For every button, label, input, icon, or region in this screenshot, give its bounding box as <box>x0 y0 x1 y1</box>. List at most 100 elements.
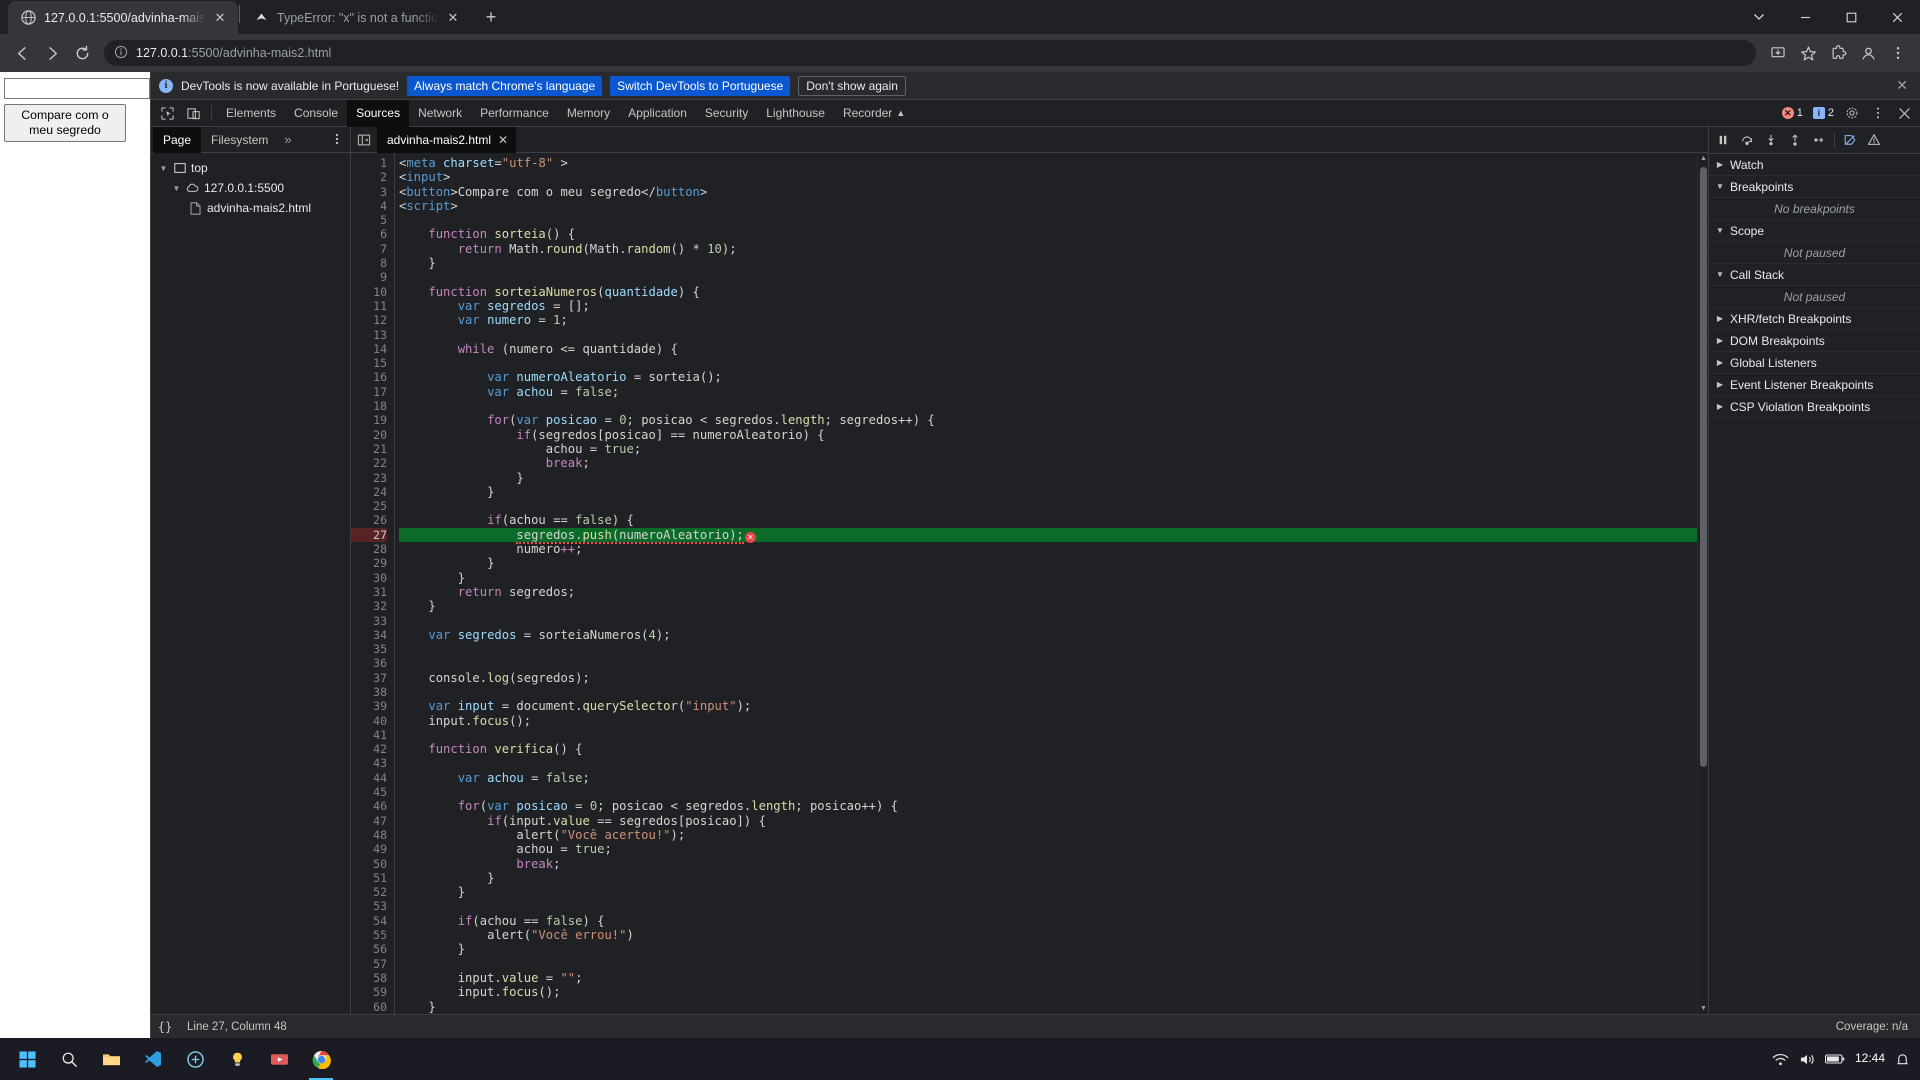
navigator-tab-filesystem[interactable]: Filesystem <box>201 127 278 153</box>
debugger-section-global-listeners[interactable]: ▶ Global Listeners <box>1709 352 1920 374</box>
pretty-print-icon[interactable]: {} <box>151 1020 179 1034</box>
line-number[interactable]: 10 <box>351 285 387 299</box>
line-number[interactable]: 12 <box>351 313 387 327</box>
code-scroll-region[interactable]: 1 2 3 4 5 6 7 8 9 10 11 12 13 14 15 16 17 18 19 20 21 22 23 24 2… <box>351 153 1697 1014</box>
deactivate-breakpoints-icon[interactable] <box>1838 128 1862 152</box>
line-number[interactable]: 13 <box>351 328 387 342</box>
code-line[interactable] <box>399 728 1697 742</box>
guess-input[interactable] <box>4 78 150 99</box>
debugger-section-watch[interactable]: ▶ Watch <box>1709 154 1920 176</box>
reload-icon[interactable] <box>68 39 96 67</box>
line-number[interactable]: 17 <box>351 385 387 399</box>
start-icon[interactable] <box>6 1038 48 1080</box>
line-number[interactable]: 16 <box>351 370 387 384</box>
device-toolbar-icon[interactable] <box>180 101 206 125</box>
search-icon[interactable] <box>48 1038 90 1080</box>
line-number[interactable]: 5 <box>351 213 387 227</box>
line-number[interactable]: 19 <box>351 413 387 427</box>
editor-tab-close-icon[interactable]: ✕ <box>498 133 508 147</box>
line-number[interactable]: 4 <box>351 199 387 213</box>
tree-node-top[interactable]: ▼ top <box>151 158 350 178</box>
code-line[interactable] <box>399 656 1697 670</box>
debugger-section-dom-breakpoints[interactable]: ▶ DOM Breakpoints <box>1709 330 1920 352</box>
code-line[interactable]: var achou = false; <box>399 771 1697 785</box>
code-line[interactable] <box>399 499 1697 513</box>
step-into-icon[interactable] <box>1759 128 1783 152</box>
code-line[interactable]: alert("Você errou!") <box>399 928 1697 942</box>
line-number[interactable]: 39 <box>351 699 387 713</box>
code-line[interactable]: console.log(segredos); <box>399 671 1697 685</box>
tab-close-icon[interactable]: ✕ <box>212 10 228 26</box>
install-app-icon[interactable] <box>1764 39 1792 67</box>
line-number[interactable]: 54 <box>351 914 387 928</box>
line-number[interactable]: 45 <box>351 785 387 799</box>
tab-sources[interactable]: Sources <box>347 99 410 127</box>
extensions-icon[interactable] <box>1824 39 1852 67</box>
tab-application[interactable]: Application <box>619 100 696 127</box>
step-over-icon[interactable] <box>1735 128 1759 152</box>
code-line[interactable] <box>399 685 1697 699</box>
line-number[interactable]: 49 <box>351 842 387 856</box>
code-line[interactable]: } <box>399 471 1697 485</box>
code-line[interactable] <box>399 614 1697 628</box>
line-number[interactable]: 28 <box>351 542 387 556</box>
toggle-navigator-icon[interactable] <box>351 127 377 153</box>
code-line[interactable]: for(var posicao = 0; posicao < segredos.… <box>399 799 1697 813</box>
media-icon[interactable] <box>258 1038 300 1080</box>
code-line[interactable]: } <box>399 1000 1697 1014</box>
taskbar-clock[interactable]: 12:44 <box>1855 1051 1885 1066</box>
debugger-section-breakpoints[interactable]: ▼ Breakpoints <box>1709 176 1920 198</box>
editor-vertical-scrollbar[interactable]: ▲ ▼ <box>1697 153 1708 1014</box>
volume-icon[interactable] <box>1799 1052 1815 1067</box>
devtools-more-icon[interactable] <box>1865 101 1891 125</box>
code-line[interactable]: var segredos = []; <box>399 299 1697 313</box>
new-tab-button[interactable]: + <box>477 3 505 31</box>
line-number[interactable]: 37 <box>351 671 387 685</box>
tab-security[interactable]: Security <box>696 100 757 127</box>
code-line[interactable]: var achou = false; <box>399 385 1697 399</box>
code-line[interactable] <box>399 785 1697 799</box>
code-content[interactable]: <meta charset="utf-8" > <input> <button>Co… <box>395 153 1697 1014</box>
infobar-close-icon[interactable]: ✕ <box>1892 77 1912 94</box>
scrollbar-thumb[interactable] <box>1700 167 1707 767</box>
line-number[interactable]: 11 <box>351 299 387 313</box>
line-number[interactable]: 58 <box>351 971 387 985</box>
line-number[interactable]: 29 <box>351 556 387 570</box>
vscode-icon[interactable] <box>132 1038 174 1080</box>
navigator-options-icon[interactable] <box>324 132 350 148</box>
step-out-icon[interactable] <box>1783 128 1807 152</box>
lightbulb-icon[interactable] <box>216 1038 258 1080</box>
line-number[interactable]: 36 <box>351 656 387 670</box>
line-number[interactable]: 1 <box>351 156 387 170</box>
code-line[interactable]: while (numero <= quantidade) { <box>399 342 1697 356</box>
line-number[interactable]: 47 <box>351 814 387 828</box>
line-number[interactable]: 2 <box>351 170 387 184</box>
line-number[interactable]: 20 <box>351 428 387 442</box>
tree-node-origin[interactable]: ▼ 127.0.0.1:5500 <box>151 178 350 198</box>
bookmark-star-icon[interactable] <box>1794 39 1822 67</box>
navigator-tab-page[interactable]: Page <box>153 126 202 153</box>
browser-tab-1[interactable]: TypeError: "x" is not a function - J ✕ <box>241 1 471 34</box>
code-line[interactable]: } <box>399 485 1697 499</box>
tab-elements[interactable]: Elements <box>217 100 285 127</box>
file-explorer-icon[interactable] <box>90 1038 132 1080</box>
tab-network[interactable]: Network <box>409 100 471 127</box>
browser-tab-0[interactable]: 127.0.0.1:5500/advinha-mais2.html ✕ <box>8 1 238 34</box>
line-number[interactable]: 9 <box>351 270 387 284</box>
debugger-section-csp-violation-breakpoints[interactable]: ▶ CSP Violation Breakpoints <box>1709 396 1920 418</box>
code-line[interactable]: } <box>399 871 1697 885</box>
code-line[interactable] <box>399 756 1697 770</box>
code-line[interactable]: break; <box>399 456 1697 470</box>
code-line[interactable]: } <box>399 256 1697 270</box>
line-number[interactable]: 14 <box>351 342 387 356</box>
code-line[interactable] <box>399 356 1697 370</box>
pause-script-icon[interactable] <box>1711 128 1735 152</box>
line-number[interactable]: 44 <box>351 771 387 785</box>
code-line[interactable]: achou = true; <box>399 842 1697 856</box>
twisty-icon[interactable]: ▼ <box>159 164 168 173</box>
inspect-element-icon[interactable] <box>154 101 180 125</box>
back-icon[interactable] <box>8 39 36 67</box>
code-line[interactable]: var input = document.querySelector("inpu… <box>399 699 1697 713</box>
code-line[interactable]: <input> <box>399 170 1697 184</box>
always-match-language-button[interactable]: Always match Chrome's language <box>407 75 603 96</box>
